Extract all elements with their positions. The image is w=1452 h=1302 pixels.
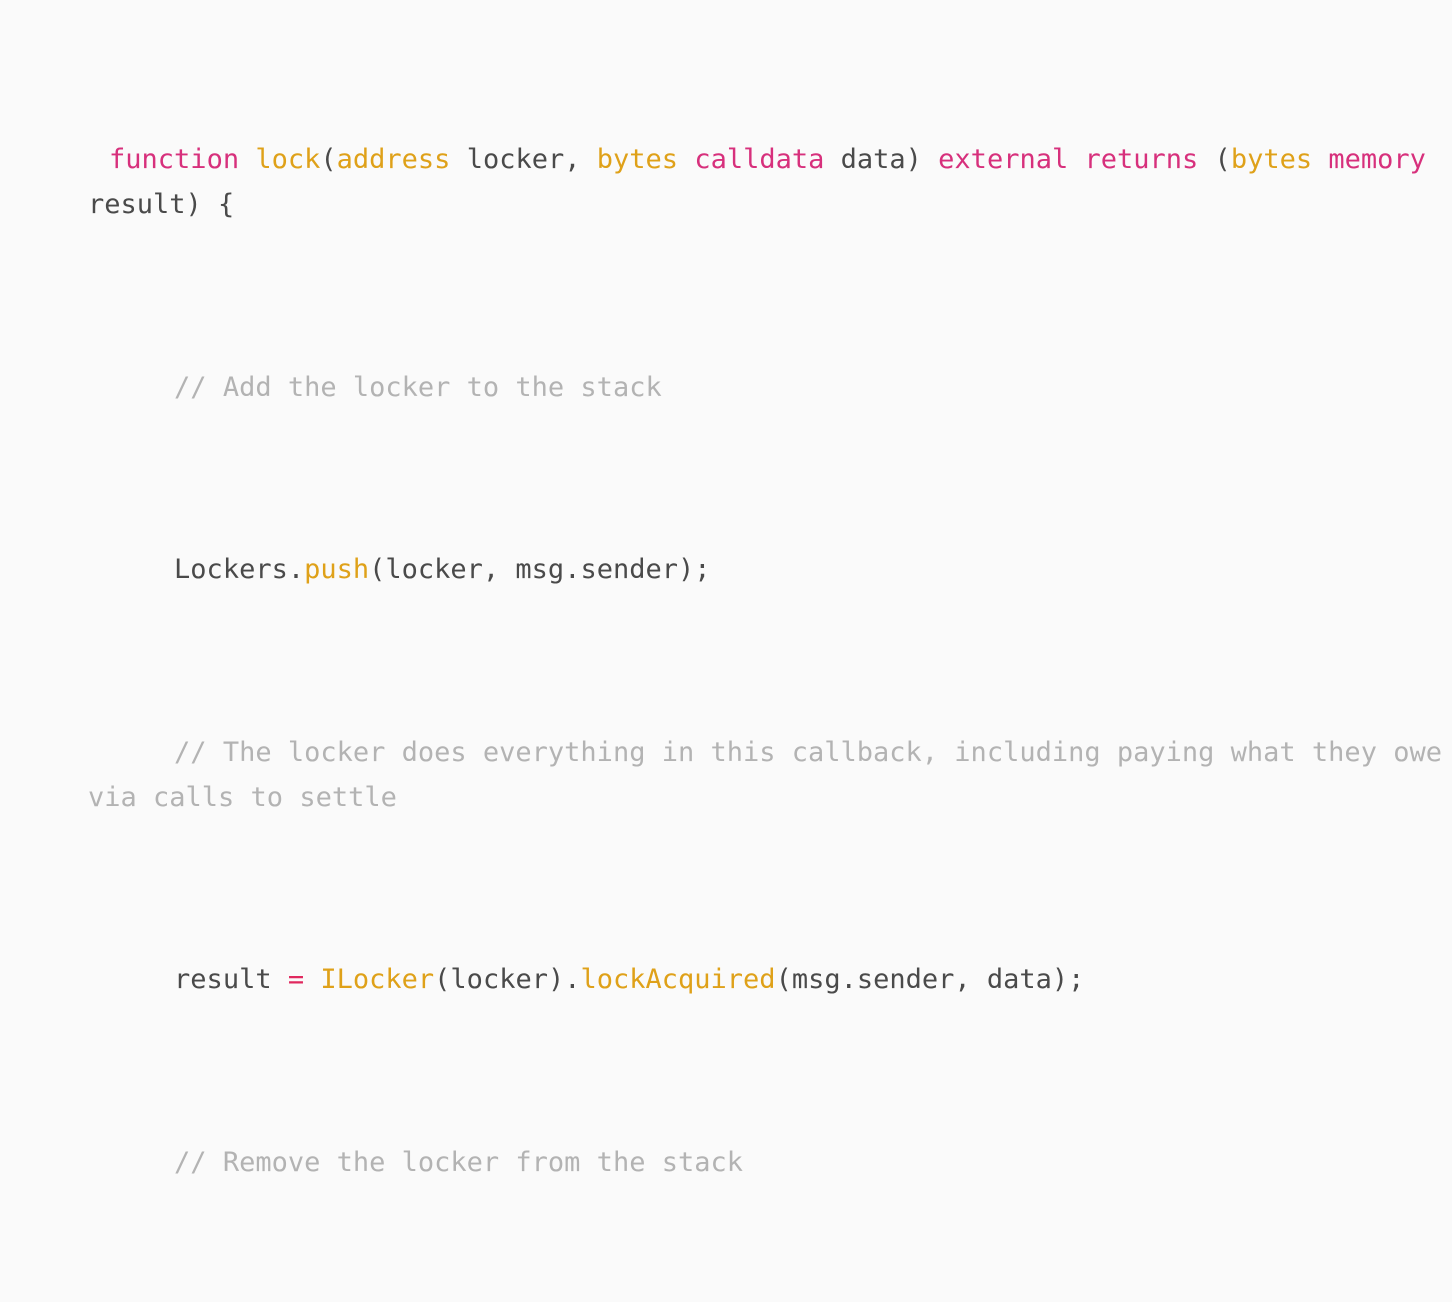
comment-add-locker: // Add the locker to the stack: [174, 371, 662, 403]
variable-result: result: [174, 964, 288, 996]
param-data: data): [840, 143, 922, 175]
code-line-3: Lockers.push(locker, msg.sender);: [44, 547, 1444, 593]
paren-open-returns: (: [1214, 143, 1231, 175]
interface-ilocker: ILocker: [320, 964, 435, 996]
code-line-6: // Remove the locker from the stack: [44, 1140, 1444, 1186]
push-arguments: (locker, msg.sender);: [369, 554, 711, 586]
keyword-returns: returns: [1084, 143, 1199, 175]
code-line-4: // The locker does everything in this ca…: [44, 730, 1444, 821]
code-line-1: function lock(address locker, bytes call…: [44, 137, 1444, 228]
param-locker: locker,: [466, 143, 581, 175]
lockacquired-arguments: (msg.sender, data);: [775, 964, 1085, 996]
keyword-function: function: [109, 143, 240, 175]
keyword-calldata: calldata: [694, 143, 825, 175]
return-var-result: result) {: [88, 189, 235, 221]
object-lockers: Lockers.: [174, 554, 305, 586]
code-line-2: // Add the locker to the stack: [44, 365, 1444, 411]
keyword-external: external: [938, 143, 1069, 175]
function-name-lock: lock: [255, 143, 321, 175]
keyword-memory: memory: [1328, 143, 1426, 175]
type-bytes: bytes: [596, 143, 679, 175]
operator-assign: =: [287, 964, 305, 996]
code-editor-viewport[interactable]: function lock(address locker, bytes call…: [0, 0, 1452, 1178]
comment-remove-locker: // Remove the locker from the stack: [174, 1146, 743, 1178]
paren-open: (: [320, 143, 337, 175]
method-push: push: [304, 554, 370, 586]
type-bytes-return: bytes: [1230, 143, 1313, 175]
cast-locker: (locker).: [434, 964, 581, 996]
code-line-5: result = ILocker(locker).lockAcquired(ms…: [44, 957, 1444, 1003]
type-address: address: [336, 143, 451, 175]
comment-callback-description: // The locker does everything in this ca…: [88, 736, 1442, 814]
method-lockacquired: lockAcquired: [580, 964, 776, 996]
